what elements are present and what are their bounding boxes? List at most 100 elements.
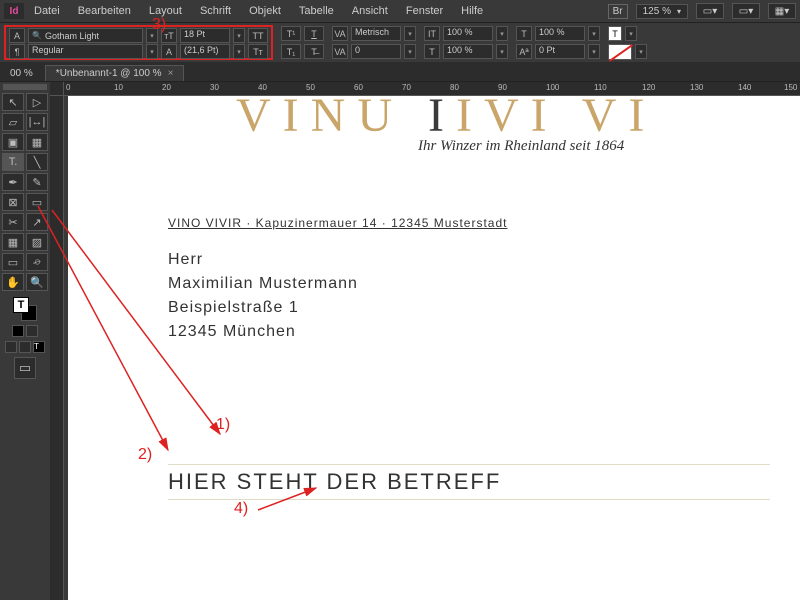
workspace: ↖▷ ▱|↔| ▣▦ T.╲ ✒✎ ⊠▭ ✂↗ ▦▨ ▭⌮ ✋🔍 T T ▭ 0… (0, 82, 800, 600)
hscale-input[interactable]: 100 % (443, 44, 493, 59)
screen-mode-icon[interactable]: ▭▾ (732, 3, 760, 19)
menu-datei[interactable]: Datei (34, 5, 60, 17)
leading-input[interactable]: (21,6 Pt) (180, 44, 230, 59)
close-icon[interactable]: × (168, 68, 174, 79)
logo-part: I (428, 89, 456, 142)
menu-ansicht[interactable]: Ansicht (352, 5, 388, 17)
sh-dd[interactable]: ▾ (588, 44, 600, 59)
font-size-input[interactable]: 18 Pt (180, 28, 230, 43)
content-placer-tool[interactable]: ▦ (26, 133, 48, 151)
view-mode-button[interactable]: ▭ (14, 357, 36, 379)
subject-frame[interactable]: HIER STEHT DER BETREFF (168, 464, 770, 500)
fill-color-button[interactable]: T (608, 26, 622, 41)
pen-tool[interactable]: ✒ (2, 173, 24, 191)
note-tool[interactable]: ▭ (2, 253, 24, 271)
kerning-input[interactable]: Metrisch (351, 26, 401, 41)
all-caps-button[interactable]: TT (248, 28, 268, 43)
kerning-icon: VA (332, 26, 348, 41)
document-tab[interactable]: *Unbenannt-1 @ 100 % × (45, 65, 185, 81)
bl-dd[interactable]: ▾ (588, 26, 600, 41)
direct-selection-tool[interactable]: ▷ (26, 93, 48, 111)
baseline-icon: T (516, 26, 532, 41)
rectangle-tool[interactable]: ▭ (26, 193, 48, 211)
kerning-dropdown[interactable]: ▾ (404, 26, 416, 41)
apply-gradient[interactable] (26, 325, 38, 337)
tracking-input[interactable]: 0 (351, 44, 401, 59)
gradient-swatch-tool[interactable]: ▦ (2, 233, 24, 251)
ruler-tick: 140 (738, 83, 751, 92)
vscale-dropdown[interactable]: ▾ (496, 26, 508, 41)
ruler-tick: 0 (66, 83, 70, 92)
mode-normal[interactable] (5, 341, 17, 353)
ruler-tick: 20 (162, 83, 171, 92)
menu-bearbeiten[interactable]: Bearbeiten (78, 5, 131, 17)
character-mode-icon[interactable]: A (9, 28, 25, 43)
character-controls-group: A Gotham Light ▾ ᴛT 18 Pt ▾ TT ¶ Regular… (4, 25, 273, 60)
subscript-button[interactable]: T₁ (281, 44, 301, 59)
leading-dropdown[interactable]: ▾ (233, 44, 245, 59)
superscript-button[interactable]: T¹ (281, 26, 301, 41)
swatch-control[interactable]: T (13, 297, 37, 321)
ruler-origin[interactable] (50, 82, 64, 96)
mode-none[interactable] (19, 341, 31, 353)
stroke-dd[interactable]: ▾ (635, 44, 647, 59)
vscale-icon: IT (424, 26, 440, 41)
canvas[interactable]: VINU IIVI VI Ihr Winzer im Rheinland sei… (64, 96, 800, 600)
other-controls: T¹T T₁T̶ VAMetrisch▾ VA0▾ IT100 %▾ T100 … (273, 25, 655, 60)
fill-dd[interactable]: ▾ (625, 26, 637, 41)
zoom-level[interactable]: 125 %▾ (636, 4, 688, 19)
page-tool[interactable]: ▱ (2, 113, 24, 131)
arrange-icon[interactable]: ▦▾ (768, 3, 796, 19)
baseline-input[interactable]: 100 % (535, 26, 585, 41)
menu-hilfe[interactable]: Hilfe (461, 5, 483, 17)
tracking-dropdown[interactable]: ▾ (404, 44, 416, 59)
menu-layout[interactable]: Layout (149, 5, 182, 17)
addr-title: Herr (168, 248, 358, 272)
ruler-tick: 150 (784, 83, 797, 92)
font-size-dropdown[interactable]: ▾ (233, 28, 245, 43)
hscale-dropdown[interactable]: ▾ (496, 44, 508, 59)
document-page[interactable]: VINU IIVI VI Ihr Winzer im Rheinland sei… (68, 96, 800, 600)
menu-schrift[interactable]: Schrift (200, 5, 231, 17)
bridge-icon[interactable]: Br (608, 4, 628, 19)
sender-line[interactable]: VINO VIVIR · Kapuzinermauer 14 · 12345 M… (168, 216, 507, 230)
menu-fenster[interactable]: Fenster (406, 5, 443, 17)
selection-tool[interactable]: ↖ (2, 93, 24, 111)
doc-tab-label: *Unbenannt-1 @ 100 % (56, 68, 162, 79)
zoom-tool[interactable]: 🔍 (26, 273, 48, 291)
color-mode-row: T (5, 341, 45, 353)
stroke-none-icon[interactable] (608, 44, 632, 60)
fill-swatch[interactable]: T (13, 297, 29, 313)
small-caps-button[interactable]: Tᴛ (248, 44, 268, 59)
shift-input[interactable]: 0 Pt (535, 44, 585, 59)
hand-tool[interactable]: ✋ (2, 273, 24, 291)
mode-text[interactable]: T (33, 341, 45, 353)
type-tool[interactable]: T. (2, 153, 24, 171)
content-collector-tool[interactable]: ▣ (2, 133, 24, 151)
address-block[interactable]: Herr Maximilian Mustermann Beispielstraß… (168, 248, 358, 344)
apply-color[interactable] (12, 325, 24, 337)
vertical-ruler (50, 96, 64, 600)
eyedropper-tool[interactable]: ⌮ (26, 253, 48, 271)
rectangle-frame-tool[interactable]: ⊠ (2, 193, 24, 211)
free-transform-tool[interactable]: ↗ (26, 213, 48, 231)
strikethrough-button[interactable]: T̶ (304, 44, 324, 59)
underline-button[interactable]: T (304, 26, 324, 41)
toolbox-grip[interactable] (3, 84, 47, 90)
font-family-input[interactable]: Gotham Light (28, 28, 143, 43)
font-style-input[interactable]: Regular (28, 44, 143, 59)
menu-objekt[interactable]: Objekt (249, 5, 281, 17)
vscale-input[interactable]: 100 % (443, 26, 493, 41)
gap-tool[interactable]: |↔| (26, 113, 48, 131)
font-family-dropdown[interactable]: ▾ (146, 28, 158, 43)
addr-name: Maximilian Mustermann (168, 272, 358, 296)
line-tool[interactable]: ╲ (26, 153, 48, 171)
font-style-dropdown[interactable]: ▾ (146, 44, 158, 59)
scissors-tool[interactable]: ✂ (2, 213, 24, 231)
gradient-feather-tool[interactable]: ▨ (26, 233, 48, 251)
menu-tabelle[interactable]: Tabelle (299, 5, 334, 17)
paragraph-mode-icon[interactable]: ¶ (9, 44, 25, 59)
view-options-icon[interactable]: ▭▾ (696, 3, 724, 19)
pencil-tool[interactable]: ✎ (26, 173, 48, 191)
subject-text[interactable]: HIER STEHT DER BETREFF (168, 469, 501, 495)
